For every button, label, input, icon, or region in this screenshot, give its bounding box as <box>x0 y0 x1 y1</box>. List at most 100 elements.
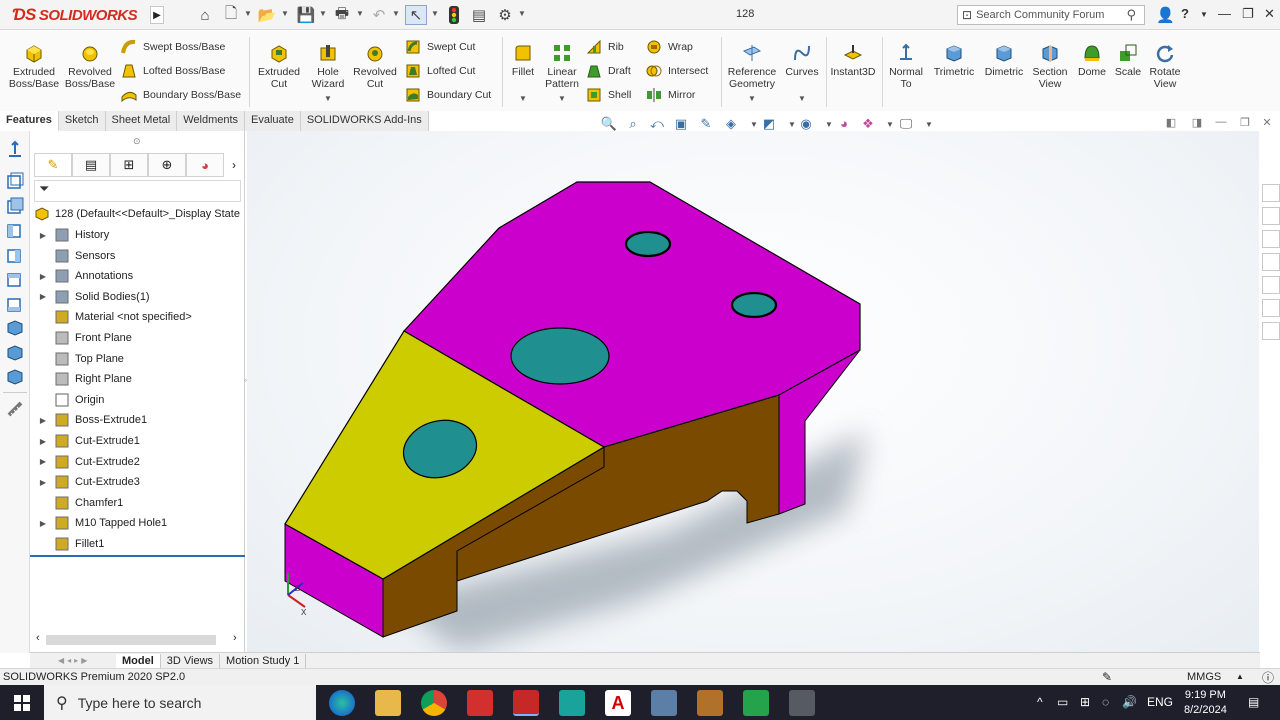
scale-button[interactable]: Scale <box>1112 43 1144 78</box>
appearances-icon[interactable] <box>1262 276 1280 294</box>
tab-dimxpert-manager[interactable]: ⊕ <box>148 153 186 177</box>
curves-button[interactable]: Curves <box>782 43 822 78</box>
chevron-down-icon[interactable]: ▼ <box>244 9 252 18</box>
scrollbar-thumb[interactable] <box>46 635 216 645</box>
chevron-down-icon[interactable]: ▼ <box>392 9 400 18</box>
tab-sheet-metal[interactable]: Sheet Metal <box>105 111 178 131</box>
autocad-icon[interactable]: A <box>605 690 631 716</box>
prev-tab-icon[interactable]: ◂ <box>67 656 71 665</box>
undo-icon[interactable]: ↶ <box>370 5 388 25</box>
tree-item[interactable]: Top Plane <box>30 349 245 369</box>
network-app-icon[interactable] <box>651 690 677 716</box>
tree-item[interactable]: ▶ Cut-Extrude1 <box>30 431 245 451</box>
first-tab-icon[interactable]: ◀ <box>58 656 64 665</box>
revolved-cut-button[interactable]: Revolved Cut <box>351 43 399 90</box>
hole-large[interactable] <box>510 327 610 385</box>
tray-language[interactable]: ENG <box>1147 695 1173 709</box>
boundary-boss-button[interactable]: Boundary Boss/Base <box>121 86 241 104</box>
right-view-icon[interactable] <box>6 246 24 264</box>
tab-display-manager[interactable]: ◕ <box>186 153 224 177</box>
expand-arrow-icon[interactable]: ▶ <box>38 478 48 487</box>
chevron-down-icon[interactable]: ▼ <box>1200 10 1208 19</box>
tree-item[interactable]: Chamfer1 <box>30 493 245 513</box>
expand-arrow-icon[interactable]: ▶ <box>38 437 48 446</box>
custom-properties-icon[interactable] <box>1262 299 1280 317</box>
expand-arrow-icon[interactable]: ▶ <box>38 416 48 425</box>
app-teal-icon[interactable] <box>559 690 585 716</box>
tree-item[interactable]: ▶ Cut-Extrude3 <box>30 472 245 492</box>
shell-button[interactable]: Shell <box>586 86 631 104</box>
rebuild-status-icon[interactable]: ✎ <box>1102 670 1112 684</box>
save-icon[interactable]: 💾 <box>296 5 316 25</box>
open-folder-icon[interactable]: 📂 <box>257 5 277 25</box>
left-view-icon[interactable] <box>6 221 24 239</box>
tray-camera-icon[interactable]: ▭ <box>1057 695 1068 709</box>
tree-item[interactable]: Right Plane <box>30 369 245 389</box>
linear-pattern-button[interactable]: Linear Pattern <box>542 43 582 90</box>
chevron-down-icon[interactable]: ▼ <box>558 94 566 103</box>
menu-expand-arrow-icon[interactable]: ▶ <box>150 6 164 24</box>
close-icon[interactable]: ✕ <box>1264 6 1275 22</box>
tab-3d-views[interactable]: 3D Views <box>161 653 221 668</box>
tree-item[interactable]: Material <not specified> <box>30 307 245 327</box>
scroll-right-icon[interactable]: › <box>233 632 237 644</box>
notifications-icon[interactable]: ▤ <box>1248 695 1259 709</box>
tab-solidworks-add-ins[interactable]: SOLIDWORKS Add-Ins <box>300 111 429 131</box>
viewport-close-icon[interactable]: ✕ <box>1258 116 1276 134</box>
solidworks-logo[interactable]: ƊS SOLIDWORKS <box>12 5 138 25</box>
calculator-icon[interactable] <box>789 690 815 716</box>
options-gear-icon[interactable]: ⚙ <box>496 5 514 25</box>
tabs-scroll-right-icon[interactable]: › <box>224 153 244 177</box>
solidworks-launcher-icon[interactable] <box>467 690 493 716</box>
dimetric-button[interactable]: Dimetric <box>980 43 1028 78</box>
tree-item[interactable]: ▶ History <box>30 225 245 245</box>
chevron-down-icon[interactable]: ▼ <box>519 94 527 103</box>
part-model[interactable]: X Z <box>247 131 1259 653</box>
solidworks-2020-icon[interactable] <box>513 690 539 716</box>
tab-evaluate[interactable]: Evaluate <box>245 111 301 131</box>
lofted-cut-button[interactable]: Lofted Cut <box>405 62 475 80</box>
forum-icon[interactable] <box>1262 322 1280 340</box>
rollback-bar[interactable] <box>30 555 245 557</box>
scroll-left-icon[interactable]: ‹ <box>36 632 40 644</box>
panel-grip-icon[interactable]: ⊙ <box>133 136 141 147</box>
chevron-down-icon[interactable]: ▼ <box>518 9 526 18</box>
chevron-down-icon[interactable]: ▼ <box>324 94 332 103</box>
isometric-view-icon[interactable] <box>6 319 24 337</box>
view-palette-icon[interactable] <box>1262 253 1280 271</box>
system-clock[interactable]: 9:19 PM 8/2/2024 <box>1184 688 1227 718</box>
home-icon[interactable]: ⌂ <box>196 5 214 25</box>
measure-tool-icon[interactable] <box>6 400 24 418</box>
tray-network-icon[interactable]: ⊞ <box>1080 695 1090 709</box>
new-document-icon[interactable]: 🗋 <box>222 5 240 25</box>
tab-model[interactable]: Model <box>116 653 161 668</box>
smart-dimension-icon[interactable] <box>6 140 24 158</box>
select-pointer-icon[interactable]: ↖ <box>405 5 427 25</box>
help-circle-icon[interactable]: ⓘ <box>1262 669 1274 686</box>
chevron-down-icon[interactable]: ▼ <box>431 9 439 18</box>
tab-weldments[interactable]: Weldments <box>177 111 246 131</box>
tree-item[interactable]: Fillet1 <box>30 534 245 554</box>
last-tab-icon[interactable]: ▶ <box>81 656 87 665</box>
tree-item[interactable]: ▶ Cut-Extrude2 <box>30 452 245 472</box>
solidworks-resources-icon[interactable] <box>1262 184 1280 202</box>
chevron-down-icon[interactable]: ▼ <box>281 9 289 18</box>
search-icon[interactable]: ⚲ <box>1126 7 1136 23</box>
swept-boss-button[interactable]: Swept Boss/Base <box>121 38 225 56</box>
mirror-button[interactable]: Mirror <box>646 86 695 104</box>
restore-icon[interactable]: ❐ <box>1242 6 1254 22</box>
file-explorer-icon[interactable] <box>1262 230 1280 248</box>
expand-arrow-icon[interactable]: ▶ <box>38 272 48 281</box>
hole-small-top[interactable] <box>624 230 672 258</box>
rotate-view-button[interactable]: Rotate View <box>1144 43 1186 90</box>
section-view-button[interactable]: Section View <box>1028 43 1072 90</box>
dimetric-view-icon[interactable] <box>6 368 24 386</box>
expand-arrow-icon[interactable]: ▶ <box>38 519 48 528</box>
tree-item[interactable]: Sensors <box>30 246 245 266</box>
rebuild-traffic-light-icon[interactable] <box>447 5 461 25</box>
chevron-down-icon[interactable]: ▼ <box>356 9 364 18</box>
tree-item[interactable]: Front Plane <box>30 328 245 348</box>
fillet-button[interactable]: Fillet <box>506 43 540 78</box>
tray-speaker-icon[interactable]: 🔊 <box>1122 695 1137 709</box>
expand-arrow-icon[interactable]: ▶ <box>38 292 48 301</box>
